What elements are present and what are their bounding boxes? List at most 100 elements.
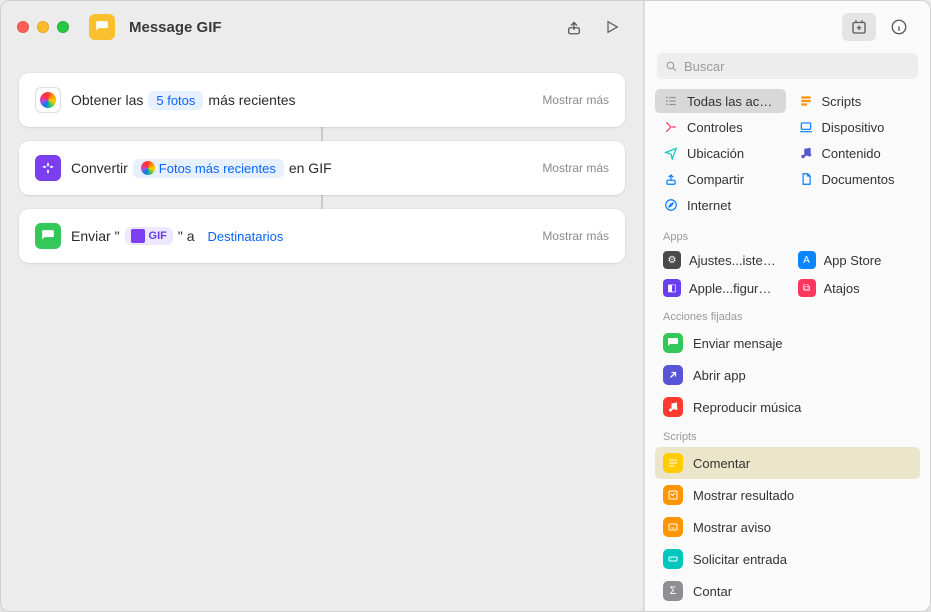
category-label: Documentos: [822, 172, 895, 187]
category-device[interactable]: Dispositivo: [790, 115, 921, 139]
app-item-shortcuts[interactable]: ⧉ Atajos: [790, 275, 921, 301]
scripts-list: Comentar Mostrar resultado Mostrar aviso: [645, 445, 930, 611]
minimize-window-button[interactable]: [37, 21, 49, 33]
app-label: Ajustes...istema: [689, 253, 778, 268]
category-documents[interactable]: Documentos: [790, 167, 921, 191]
category-content[interactable]: Contenido: [790, 141, 921, 165]
window-title: Message GIF: [129, 19, 222, 36]
action-label: Contar: [693, 584, 732, 599]
category-scripts[interactable]: Scripts: [790, 89, 921, 113]
action-send-message[interactable]: Enviar mensaje: [655, 327, 920, 359]
list-icon: [663, 93, 679, 109]
controls-icon: [663, 119, 679, 135]
category-label: Dispositivo: [822, 120, 885, 135]
app-label: App Store: [824, 253, 882, 268]
action-label: Reproducir música: [693, 400, 801, 415]
category-all-actions[interactable]: Todas las acci...: [655, 89, 786, 113]
action-show-alert[interactable]: Mostrar aviso: [655, 511, 920, 543]
show-more-button[interactable]: Mostrar más: [542, 229, 609, 243]
variable-token[interactable]: Fotos más recientes: [133, 159, 284, 178]
search-box[interactable]: [657, 53, 918, 79]
action-convert-gif[interactable]: Convertir Fotos más recientes en GIF Mos…: [19, 141, 625, 195]
gif-glyph-icon: [131, 229, 145, 243]
action-show-result[interactable]: Mostrar resultado: [655, 479, 920, 511]
shortcuts-app-icon: ⧉: [798, 279, 816, 297]
library-scroll[interactable]: Todas las acci... Scripts Controles: [645, 87, 930, 611]
text-segment: Convertir: [71, 160, 128, 176]
share-button[interactable]: [559, 12, 589, 42]
action-count[interactable]: Σ Contar: [655, 575, 920, 607]
text-segment: Obtener las: [71, 92, 143, 108]
alert-icon: [663, 517, 683, 537]
action-label: Mostrar resultado: [693, 488, 794, 503]
photos-glyph-icon: [141, 161, 155, 175]
show-more-button[interactable]: Mostrar más: [542, 93, 609, 107]
action-text: Obtener las 5 fotos más recientes: [71, 91, 296, 110]
category-label: Contenido: [822, 146, 881, 161]
category-grid: Todas las acci... Scripts Controles: [645, 87, 930, 225]
open-app-icon: [663, 365, 683, 385]
app-item-appstore[interactable]: A App Store: [790, 247, 921, 273]
action-send-message[interactable]: Enviar " GIF " a Destinatarios Mostrar m…: [19, 209, 625, 263]
action-comment[interactable]: Comentar: [655, 447, 920, 479]
configurator-app-icon: ◧: [663, 279, 681, 297]
library-button[interactable]: [842, 13, 876, 41]
category-share[interactable]: Compartir: [655, 167, 786, 191]
action-ask-input[interactable]: Solicitar entrada: [655, 543, 920, 575]
show-more-button[interactable]: Mostrar más: [542, 161, 609, 175]
run-button[interactable]: [597, 12, 627, 42]
photo-count-token[interactable]: 5 fotos: [148, 91, 203, 110]
apps-grid: ⚙ Ajustes...istema A App Store ◧ Apple..…: [645, 245, 930, 305]
shortcut-app-icon: [89, 14, 115, 40]
category-controls[interactable]: Controles: [655, 115, 786, 139]
search-input[interactable]: [684, 59, 910, 74]
messages-icon: [35, 223, 61, 249]
editor-panel: Message GIF Obtener las 5 fotos más reci…: [1, 1, 644, 611]
zoom-window-button[interactable]: [57, 21, 69, 33]
action-play-music[interactable]: Reproducir música: [655, 391, 920, 423]
action-label: Enviar mensaje: [693, 336, 783, 351]
info-button[interactable]: [882, 13, 916, 41]
traffic-lights: [17, 21, 69, 33]
action-label: Abrir app: [693, 368, 746, 383]
text-segment: Enviar ": [71, 228, 120, 244]
app-item-settings[interactable]: ⚙ Ajustes...istema: [655, 247, 786, 273]
action-label: Mostrar aviso: [693, 520, 771, 535]
text-segment: " a: [178, 228, 195, 244]
settings-app-icon: ⚙: [663, 251, 681, 269]
result-icon: [663, 485, 683, 505]
category-location[interactable]: Ubicación: [655, 141, 786, 165]
action-get-photos[interactable]: Obtener las 5 fotos más recientes Mostra…: [19, 73, 625, 127]
comment-icon: [663, 453, 683, 473]
library-panel: Todas las acci... Scripts Controles: [644, 1, 930, 611]
safari-icon: [663, 197, 679, 213]
music-icon: [663, 397, 683, 417]
convert-icon: [35, 155, 61, 181]
app-item-configurator[interactable]: ◧ Apple...figurator: [655, 275, 786, 301]
close-window-button[interactable]: [17, 21, 29, 33]
message-icon: [663, 333, 683, 353]
appstore-app-icon: A: [798, 251, 816, 269]
text-segment: más recientes: [208, 92, 295, 108]
share-icon: [663, 171, 679, 187]
pinned-section-header: Acciones fijadas: [645, 305, 930, 325]
photos-icon: [35, 87, 61, 113]
action-label: Comentar: [693, 456, 750, 471]
action-select-menu[interactable]: Seleccionar del menú: [655, 607, 920, 611]
app-label: Atajos: [824, 281, 860, 296]
document-icon: [798, 171, 814, 187]
recipients-token[interactable]: Destinatarios: [200, 227, 292, 246]
action-text: Convertir Fotos más recientes en GIF: [71, 159, 332, 178]
pinned-list: Enviar mensaje Abrir app Reproducir músi…: [645, 325, 930, 425]
category-label: Internet: [687, 198, 731, 213]
gif-token[interactable]: GIF: [125, 227, 173, 245]
scripts-section-header: Scripts: [645, 425, 930, 445]
action-open-app[interactable]: Abrir app: [655, 359, 920, 391]
input-icon: [663, 549, 683, 569]
category-label: Todas las acci...: [687, 94, 778, 109]
app-window: Message GIF Obtener las 5 fotos más reci…: [0, 0, 931, 612]
app-label: Apple...figurator: [689, 281, 778, 296]
workflow-editor[interactable]: Obtener las 5 fotos más recientes Mostra…: [1, 53, 643, 611]
category-label: Scripts: [822, 94, 862, 109]
category-internet[interactable]: Internet: [655, 193, 786, 217]
